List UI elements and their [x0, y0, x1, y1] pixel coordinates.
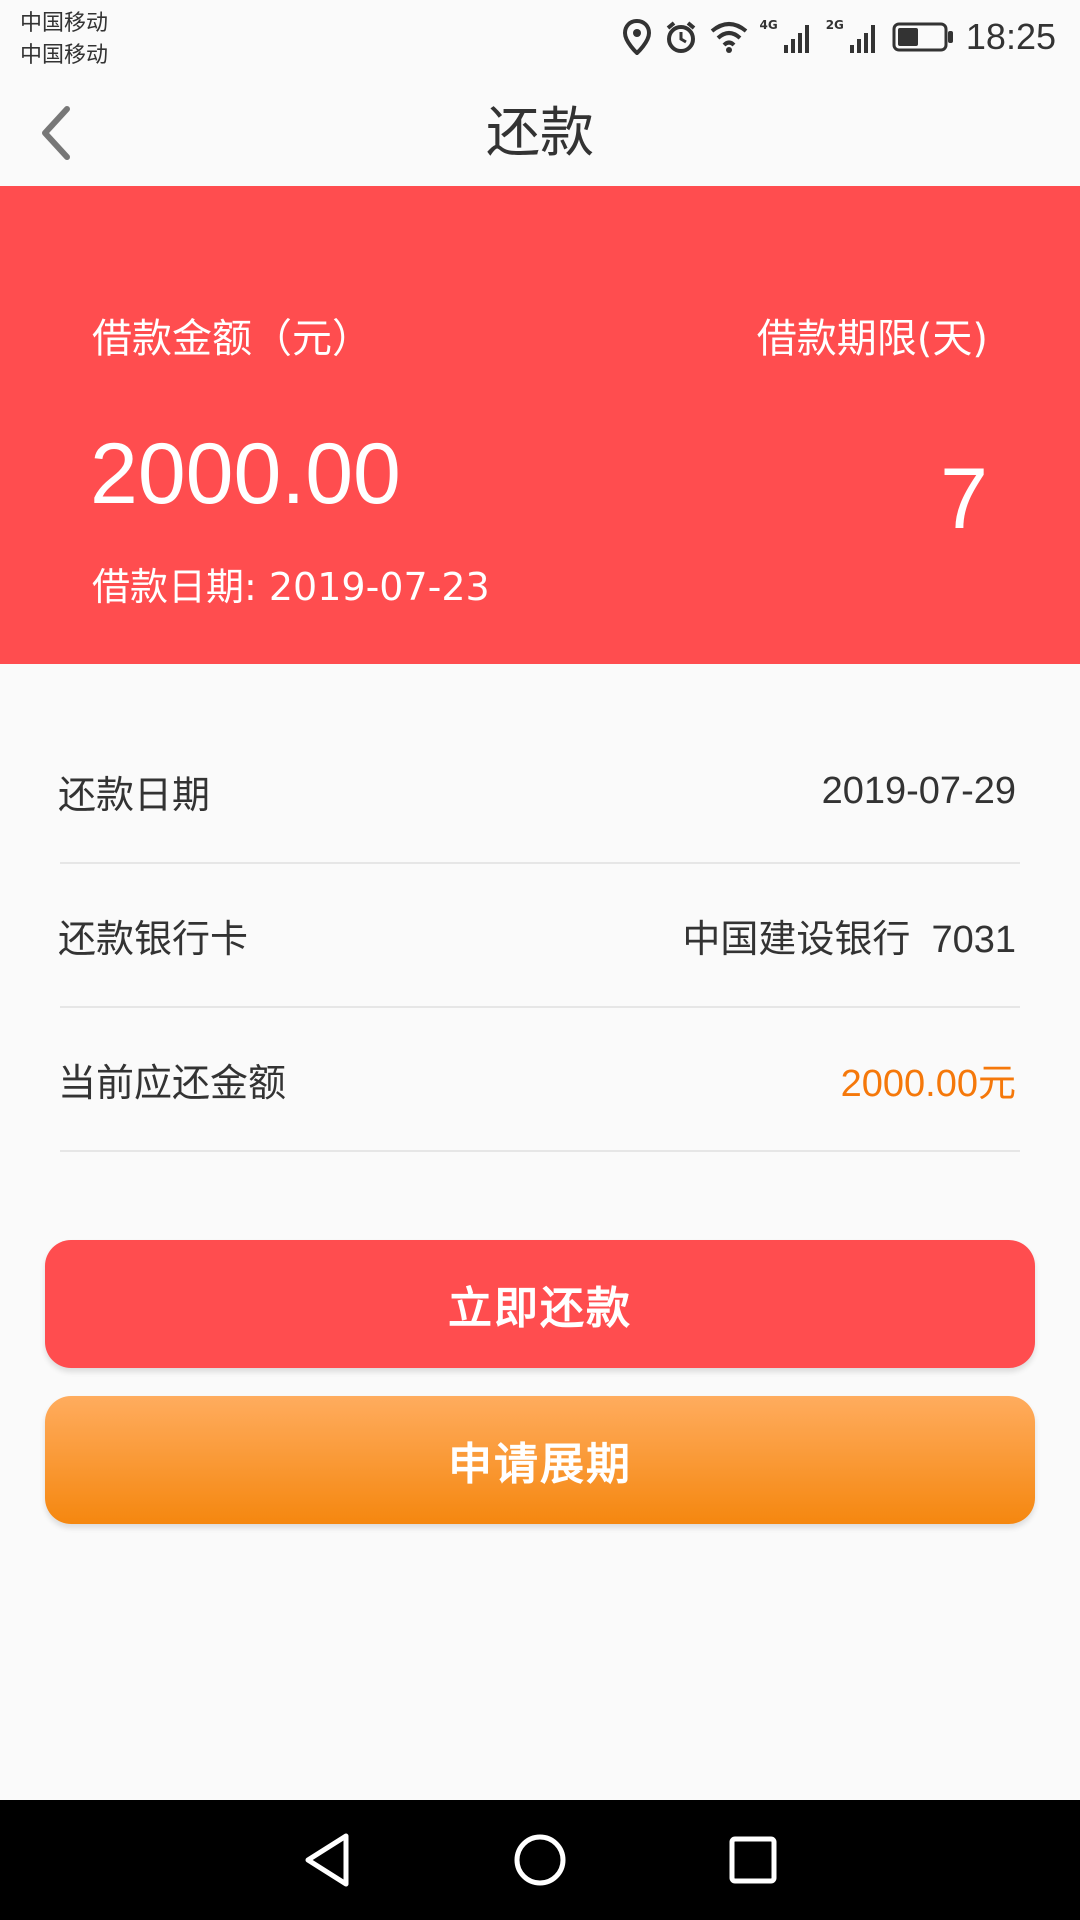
apply-extension-button[interactable]: 申请展期	[45, 1396, 1035, 1524]
alarm-icon	[664, 20, 698, 54]
network-type-1: 4G	[759, 18, 778, 32]
loan-term-value: 7	[940, 451, 988, 547]
signal-icon	[849, 21, 880, 53]
circle-home-icon	[514, 1834, 566, 1886]
triangle-back-icon	[305, 1833, 349, 1887]
amount-due-label: 当前应还金额	[58, 1060, 287, 1105]
nav-back-button[interactable]	[282, 1815, 372, 1905]
amount-due-value: 2000.00元	[840, 1062, 1016, 1105]
status-icons: 4G 2G 18:25	[622, 12, 1056, 62]
nav-recent-button[interactable]	[708, 1815, 798, 1905]
repayment-date-label: 还款日期	[58, 772, 211, 817]
network-type-2: 2G	[825, 18, 844, 32]
loan-amount-value: 2000.00	[90, 426, 401, 522]
status-time: 18:25	[965, 16, 1056, 57]
status-bar: 中国移动 中国移动 4G 2G 18:25	[0, 0, 1080, 80]
repayment-date-value: 2019-07-29	[821, 769, 1016, 812]
repayment-card-value: 中国建设银行 7031	[682, 918, 1016, 961]
repayment-details: 还款日期 2019-07-29 还款银行卡 中国建设银行 7031 当前应还金额…	[58, 720, 1020, 1152]
loan-date: 借款日期: 2019-07-23	[92, 565, 490, 609]
loan-amount-label: 借款金额（元）	[92, 316, 372, 362]
amount-due-row: 当前应还金额 2000.00元	[58, 1008, 1020, 1152]
repay-now-button[interactable]: 立即还款	[45, 1240, 1035, 1368]
battery-icon	[892, 22, 954, 52]
system-nav-bar	[0, 1800, 1080, 1920]
repayment-date-row: 还款日期 2019-07-29	[58, 720, 1020, 864]
carrier-info: 中国移动 中国移动	[20, 8, 108, 72]
carrier-2: 中国移动	[20, 43, 109, 68]
loan-summary-card: 借款金额（元） 借款期限(天) 2000.00 7 借款日期: 2019-07-…	[0, 186, 1080, 664]
repayment-card-label: 还款银行卡	[58, 916, 249, 961]
location-icon	[622, 19, 652, 55]
signal-icon	[783, 21, 814, 53]
app-header: 还款	[0, 80, 1080, 186]
wifi-icon	[710, 21, 748, 53]
page-title: 还款	[486, 101, 594, 164]
carrier-1: 中国移动	[20, 11, 109, 36]
repayment-card-row[interactable]: 还款银行卡 中国建设银行 7031	[58, 864, 1020, 1008]
square-recent-icon	[729, 1836, 777, 1884]
nav-home-button[interactable]	[495, 1815, 585, 1905]
loan-term-label: 借款期限(天)	[756, 316, 988, 362]
